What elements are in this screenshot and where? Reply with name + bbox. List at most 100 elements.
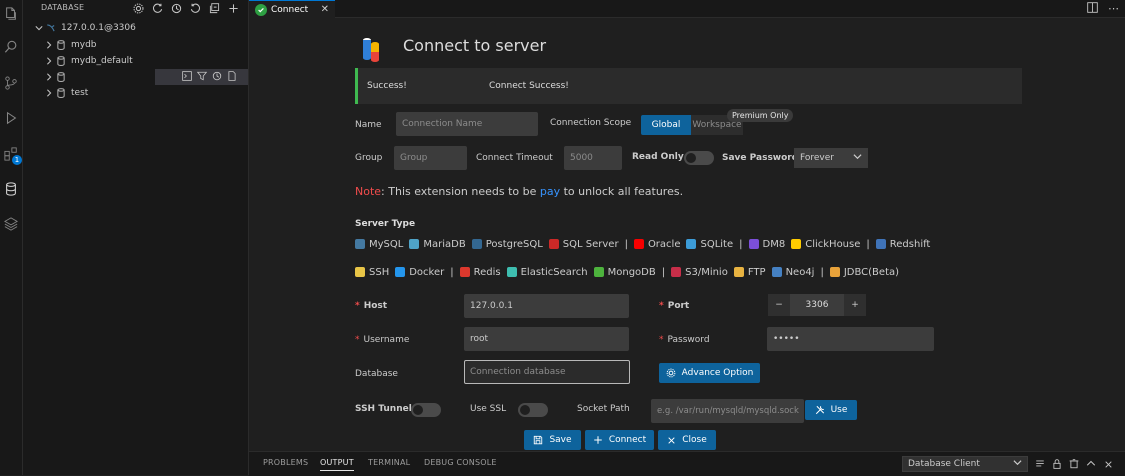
save-password-select[interactable]: Forever [794, 148, 868, 168]
panel-tab-terminal[interactable]: TERMINAL [368, 458, 410, 467]
tree-item-unnamed[interactable] [23, 69, 193, 85]
history-icon[interactable] [211, 69, 223, 83]
tree-item-test[interactable]: test [23, 85, 268, 101]
history-icon[interactable] [170, 2, 183, 15]
reload-icon[interactable] [189, 2, 202, 15]
connection-label: 127.0.0.1@3306 [61, 23, 136, 33]
server-type-mariadb[interactable]: MariaDB [409, 239, 466, 250]
database-input[interactable]: Connection database [464, 360, 630, 384]
server-type-mongodb[interactable]: MongoDB [593, 267, 656, 278]
pay-link[interactable]: pay [540, 185, 560, 198]
host-input[interactable]: 127.0.0.1 [464, 294, 629, 318]
chevron-right-icon [43, 57, 55, 65]
server-type-separator: | [820, 266, 824, 278]
server-type-redis[interactable]: Redis [459, 266, 501, 278]
advance-option-button[interactable]: Advance Option [659, 363, 760, 383]
maximize-panel-icon[interactable] [1085, 459, 1097, 469]
use-socket-button[interactable]: Use [805, 400, 857, 420]
username-input[interactable]: root [464, 327, 629, 351]
panel-tab-output[interactable]: OUTPUT [320, 458, 354, 471]
server-type-docker[interactable]: Docker [395, 267, 444, 278]
server-type-s3-minio[interactable]: S3/Minio [671, 267, 728, 278]
extensions-icon[interactable]: 1 [1, 143, 22, 165]
lock-icon[interactable] [1051, 459, 1063, 469]
new-file-icon[interactable] [226, 69, 238, 83]
connect-label: Connect [608, 435, 647, 445]
tree-item-label: mydb_default [71, 56, 133, 66]
sidebar-title: DATABASE [41, 3, 85, 12]
connect-button[interactable]: Connect [585, 430, 654, 450]
server-type-neo4j[interactable]: Neo4j [771, 267, 814, 278]
output-channel-select[interactable]: Database Client [902, 456, 1028, 472]
close-button[interactable]: Close [658, 430, 716, 450]
server-type-label: SQLite [700, 238, 734, 250]
more-actions-icon[interactable]: ⋯ [1108, 2, 1119, 15]
server-type-sql-server[interactable]: SQL Server [548, 239, 619, 250]
ssh-tunnel-label: SSH Tunnel [355, 404, 412, 414]
server-type-elasticsearch[interactable]: ElasticSearch [506, 267, 588, 278]
search-icon[interactable] [1, 36, 21, 58]
bottom-panel: PROBLEMS OUTPUT TERMINAL DEBUG CONSOLE D… [249, 451, 1125, 476]
name-label: Name [355, 120, 382, 130]
elasticsearch-icon [506, 267, 517, 277]
add-connection-icon[interactable] [227, 2, 240, 15]
plus-icon [593, 435, 603, 445]
port-decrement-button[interactable]: − [768, 294, 790, 316]
port-increment-button[interactable]: + [844, 294, 866, 316]
connection-name-input[interactable]: Connection Name [396, 112, 538, 136]
close-panel-icon[interactable] [1102, 460, 1114, 469]
clear-output-icon[interactable] [1068, 459, 1080, 469]
tree-item-mydb-default[interactable]: mydb_default [23, 53, 268, 69]
use-ssl-toggle[interactable] [518, 403, 548, 417]
server-type-ssh[interactable]: SSH [355, 267, 389, 278]
filter-icon[interactable] [196, 69, 208, 83]
database-icon[interactable] [1, 178, 21, 200]
server-type-row-2: SSH Docker | Redis ElasticSearch MongoDB | S3/M… [355, 264, 905, 280]
server-type-oracle[interactable]: Oracle [633, 239, 680, 250]
password-input[interactable]: ••••• [767, 327, 934, 351]
password-label-text: Password [667, 335, 710, 345]
server-type-separator: | [866, 238, 870, 250]
server-type-sqlite[interactable]: SQLite [686, 239, 733, 250]
list-filter-icon[interactable] [1034, 459, 1046, 469]
server-type-ftp[interactable]: FTP [733, 267, 766, 278]
close-icon[interactable]: ✕ [321, 4, 329, 15]
server-type-clickhouse[interactable]: ClickHouse [791, 239, 860, 250]
server-type-jdbc-beta[interactable]: JDBC(Beta) [829, 267, 899, 278]
alert-message: Connect Success! [489, 81, 569, 91]
tab-connect[interactable]: Connect ✕ [249, 0, 335, 18]
explorer-icon[interactable] [1, 3, 21, 25]
server-type-redshift[interactable]: Redshift [875, 239, 930, 250]
timeout-input[interactable]: 5000 [564, 146, 622, 170]
terminal-icon[interactable] [181, 69, 193, 83]
server-type-postgresql[interactable]: PostgreSQL [471, 239, 543, 250]
settings-icon[interactable] [132, 2, 145, 15]
collapse-all-icon[interactable] [208, 2, 221, 15]
scope-global-button[interactable]: Global [641, 115, 691, 135]
server-type-dm8[interactable]: DM8 [748, 239, 785, 250]
tree-connection[interactable]: 127.0.0.1@3306 [23, 20, 258, 36]
tree-item-mydb[interactable]: mydb [23, 37, 268, 53]
group-input[interactable]: Group [394, 146, 467, 170]
advance-option-label: Advance Option [681, 368, 754, 378]
server-type-mysql[interactable]: MySQL [355, 239, 403, 250]
layers-icon[interactable] [1, 213, 21, 235]
note-text-2: to unlock all features. [560, 185, 684, 198]
readonly-toggle[interactable] [684, 151, 714, 165]
database-sidebar: DATABASE 127.0.0.1@3306 mydb mydb_defaul… [23, 0, 249, 475]
save-button[interactable]: Save [524, 430, 581, 450]
server-type-label: Redis [473, 266, 501, 278]
source-control-icon[interactable] [1, 72, 21, 94]
socket-path-input[interactable]: e.g. /var/run/mysqld/mysqld.sock [651, 399, 804, 423]
socket-path-label: Socket Path [577, 404, 630, 414]
run-debug-icon[interactable] [1, 107, 21, 129]
redis-icon [459, 267, 470, 277]
save-password-label: Save Password [722, 153, 799, 163]
split-editor-icon[interactable] [1087, 1, 1098, 16]
sql-server-icon [548, 239, 559, 249]
port-value[interactable]: 3306 [790, 294, 844, 316]
refresh-icon[interactable] [151, 2, 164, 15]
panel-tab-debug-console[interactable]: DEBUG CONSOLE [424, 458, 497, 467]
ssh-tunnel-toggle[interactable] [411, 403, 441, 417]
panel-tab-problems[interactable]: PROBLEMS [263, 458, 308, 467]
